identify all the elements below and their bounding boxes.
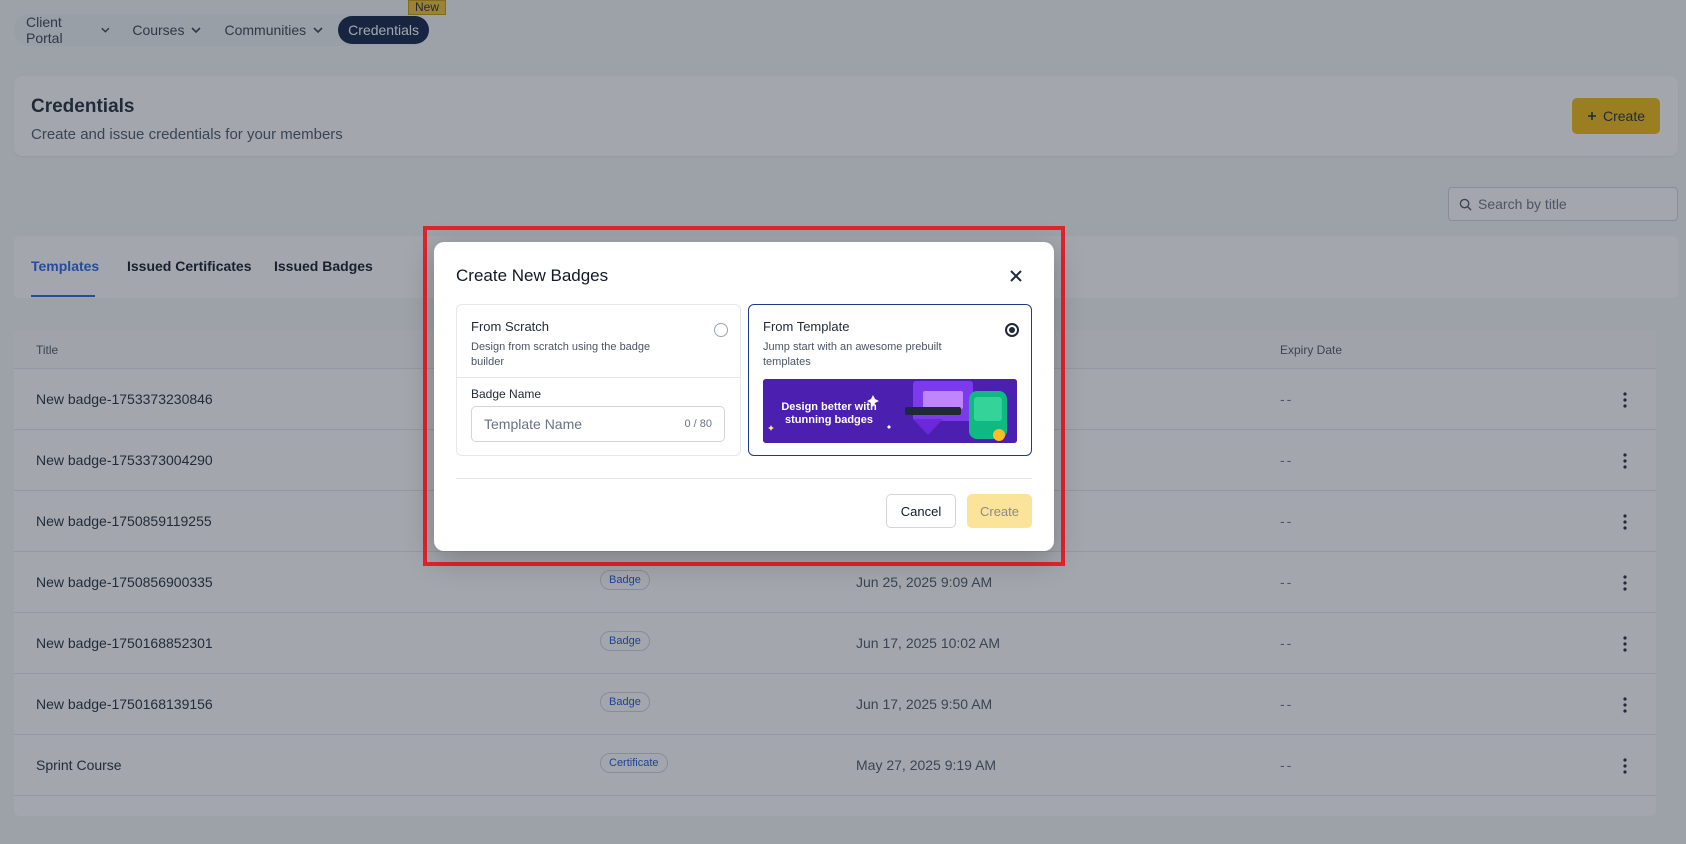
from-scratch-title: From Scratch bbox=[471, 319, 550, 334]
option-from-scratch[interactable]: From Scratch Design from scratch using t… bbox=[456, 304, 741, 456]
option-divider bbox=[457, 377, 740, 378]
option-from-template[interactable]: From Template Jump start with an awesome… bbox=[748, 304, 1032, 456]
from-template-desc: Jump start with an awesome prebuilt temp… bbox=[763, 341, 942, 368]
modal-create-button[interactable]: Create bbox=[967, 494, 1032, 528]
cancel-button[interactable]: Cancel bbox=[886, 494, 956, 528]
close-icon[interactable] bbox=[1008, 268, 1024, 284]
template-promo-banner: Design better with stunning badges bbox=[763, 379, 1017, 443]
badge-name-field[interactable]: 0 / 80 bbox=[471, 406, 725, 442]
from-template-title: From Template bbox=[763, 319, 850, 334]
modal-divider bbox=[456, 478, 1032, 479]
modal-title: Create New Badges bbox=[456, 266, 609, 285]
from-scratch-desc: Design from scratch using the badge buil… bbox=[471, 341, 651, 368]
from-scratch-radio[interactable] bbox=[714, 323, 728, 337]
badge-name-label: Badge Name bbox=[471, 387, 542, 401]
char-counter: 0 / 80 bbox=[684, 418, 712, 430]
badge-name-input[interactable] bbox=[482, 415, 666, 433]
create-badges-modal: Create New Badges From Scratch Design fr… bbox=[434, 242, 1054, 551]
promo-text: Design better with stunning badges bbox=[781, 401, 877, 426]
from-template-radio[interactable] bbox=[1005, 323, 1019, 337]
